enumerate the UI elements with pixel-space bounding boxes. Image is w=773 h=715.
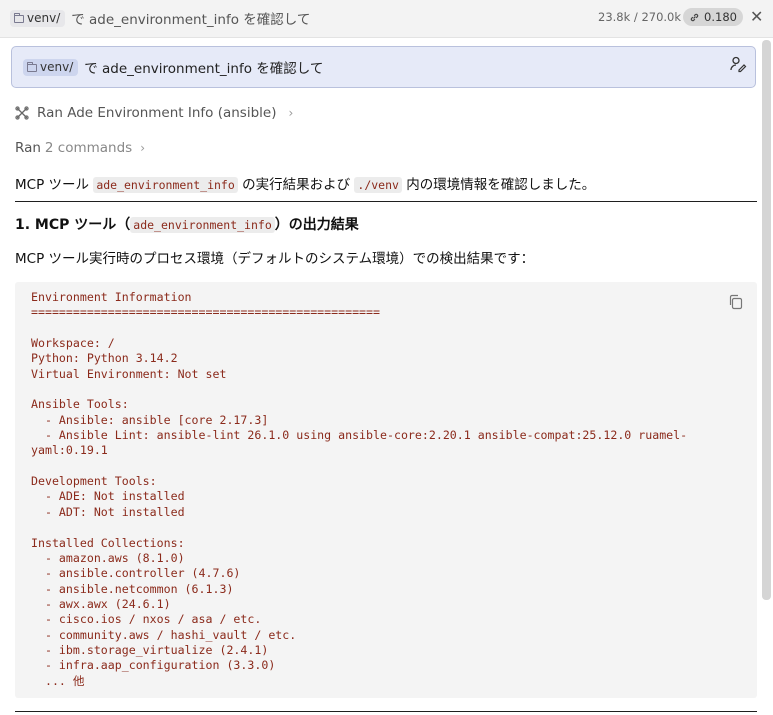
cost-badge: 0.180 [683, 8, 743, 26]
code-block: Environment Information ================… [15, 282, 757, 698]
tool-icon [15, 106, 29, 120]
tool-call-row[interactable]: Ran Ade Environment Info (ansible) › [15, 105, 293, 121]
intro-text: の実行結果および [237, 177, 355, 193]
top-bar: venv/ で ade_environment_info を確認して 23.8k… [0, 0, 773, 38]
ran-commands-row[interactable]: Ran 2 commands › [15, 140, 145, 156]
conversation-title: venv/ で ade_environment_info を確認して [10, 8, 310, 28]
divider [15, 201, 757, 202]
close-icon[interactable]: ✕ [750, 7, 763, 26]
user-message: venv/ で ade_environment_info を確認して [11, 46, 756, 88]
title-text: で ade_environment_info を確認して [71, 12, 311, 28]
section-description: MCP ツール実行時のプロセス環境（デフォルトのシステム環境）での検出結果です： [15, 251, 535, 267]
intro-text: MCP ツール [15, 177, 94, 193]
inline-code: ./venv [354, 177, 402, 193]
edit-user-icon[interactable] [729, 55, 747, 73]
link-icon [690, 13, 699, 21]
heading-text: ）の出力結果 [274, 217, 359, 233]
intro-text: 内の環境情報を確認しました。 [401, 177, 596, 193]
chevron-right-icon: › [140, 141, 146, 155]
commands-count: 2 commands [44, 140, 133, 156]
tool-call-label: Ran Ade Environment Info (ansible) [37, 105, 277, 121]
folder-chip[interactable]: venv/ [10, 9, 66, 27]
code-output: Environment Information ================… [31, 290, 688, 688]
inline-code: ade_environment_info [93, 177, 238, 193]
section-heading: 1. MCP ツール（ ade_environment_info ）の出力結果 [15, 214, 359, 234]
folder-icon [14, 12, 24, 23]
inline-code: ade_environment_info [130, 217, 275, 233]
user-message-text: で ade_environment_info を確認して [84, 61, 324, 77]
cost-value: 0.180 [704, 10, 737, 24]
folder-icon [27, 61, 37, 72]
token-count: 23.8k / 270.0k [598, 10, 682, 24]
intro-paragraph: MCP ツール ade_environment_info の実行結果および ./… [15, 173, 595, 193]
folder-chip[interactable]: venv/ [23, 58, 79, 76]
folder-chip-label: venv/ [27, 10, 61, 25]
copy-icon[interactable] [728, 294, 744, 310]
heading-text: 1. MCP ツール（ [15, 217, 131, 233]
chevron-right-icon: › [288, 106, 294, 120]
scrollbar[interactable] [762, 40, 771, 600]
divider [15, 711, 757, 712]
ran-label: Ran [15, 140, 41, 156]
folder-chip-label: venv/ [40, 59, 74, 74]
